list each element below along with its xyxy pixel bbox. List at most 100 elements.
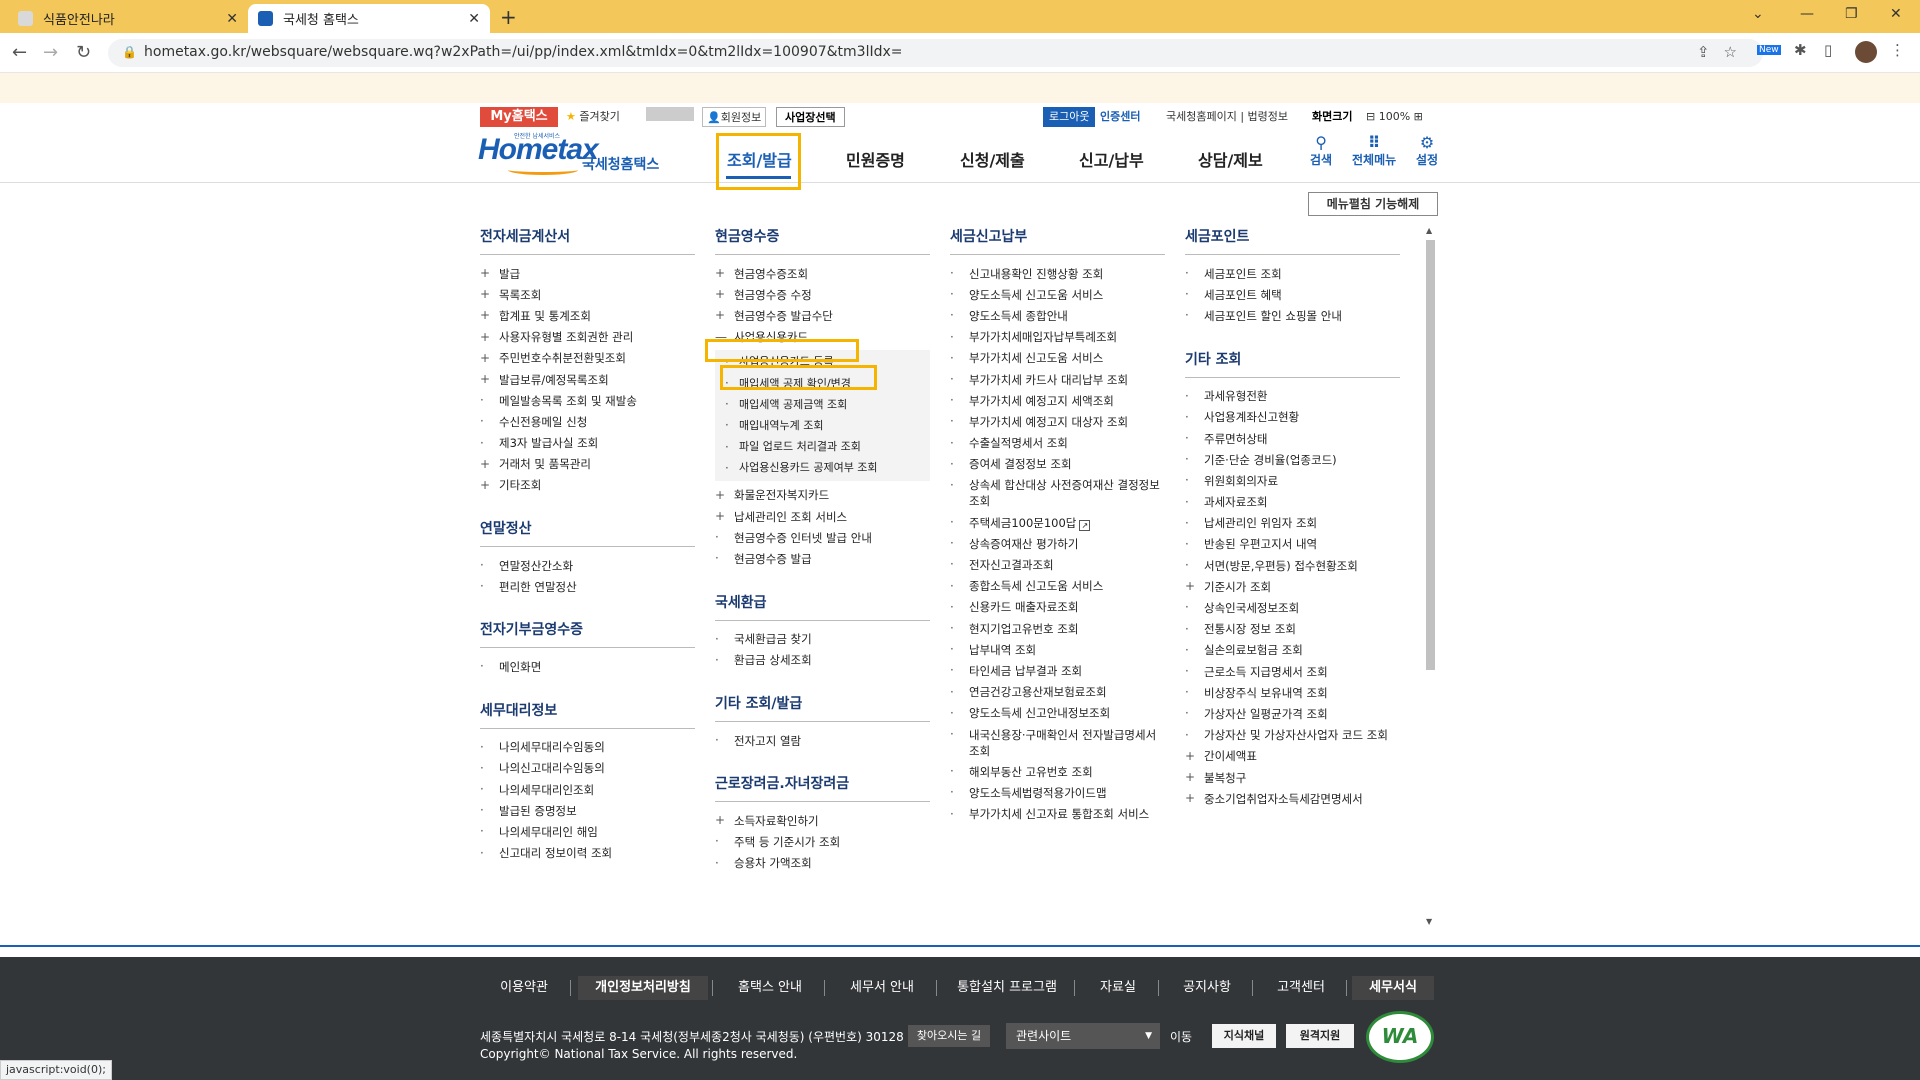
footer-hometax-guide[interactable]: 홈택스 안내 (720, 976, 820, 1000)
menu-item[interactable]: · 승용차 가액조회 (715, 853, 930, 874)
menu-item[interactable]: · 부가가치세 카드사 대리납부 조회 (950, 369, 1165, 390)
all-menu-button[interactable]: ⠿ 전체메뉴 (1352, 135, 1396, 168)
menu-item[interactable]: · 과세자료조회 (1185, 492, 1400, 513)
favorites-button[interactable]: ★ 즐겨찾기 (566, 107, 620, 127)
submenu-item[interactable]: · 매입세액 공제금액 조회 (715, 394, 930, 415)
forward-icon[interactable]: → (43, 42, 58, 63)
new-tab-button[interactable]: + (500, 5, 517, 29)
menu-item[interactable]: · 주류면허상태 (1185, 428, 1400, 449)
browser-tab-2[interactable]: 국세청 홈택스 ✕ (248, 4, 490, 33)
menu-item[interactable]: · 전통시장 정보 조회 (1185, 619, 1400, 640)
minimize-icon[interactable]: — (1800, 6, 1814, 22)
menu-group-title[interactable]: 기타 조회 (1185, 349, 1400, 378)
menu-item[interactable]: · 상속세 합산대상 사전증여재산 결정정보 조회 (950, 475, 1165, 512)
menu-item[interactable]: · 세금포인트 조회 (1185, 263, 1400, 284)
menu-item[interactable]: · 가상자산 및 가상자산사업자 코드 조회 (1185, 725, 1400, 746)
menu-group-title[interactable]: 세무대리정보 (480, 700, 695, 729)
menu-item[interactable]: · 주택세금100문100답 ↗ (950, 512, 1165, 533)
zoom-control[interactable]: ⊟ 100% ⊞ (1366, 107, 1423, 127)
menu-item[interactable]: · 사업용계좌신고현황 (1185, 407, 1400, 428)
knowledge-channel-button[interactable]: 지식채널 (1212, 1024, 1276, 1048)
menu-item[interactable]: · 발급된 증명정보 (480, 800, 695, 821)
menu-item[interactable]: · 납세관리인 위임자 조회 (1185, 513, 1400, 534)
menu-item[interactable]: + 거래처 및 품목관리 (480, 454, 695, 475)
menu-group-title[interactable]: 기타 조회/발급 (715, 693, 930, 722)
menu-item[interactable]: · 납부내역 조회 (950, 639, 1165, 660)
footer-privacy[interactable]: 개인정보처리방침 (578, 976, 708, 1000)
search-button[interactable]: ⚲ 검색 (1310, 135, 1332, 168)
find-way-button[interactable]: 찾아오시는 길 (908, 1025, 990, 1047)
scroll-up-icon[interactable]: ▲ (1426, 226, 1432, 235)
cert-center-link[interactable]: 인증센터 (1100, 107, 1140, 127)
menu-item[interactable]: · 환급금 상세조회 (715, 650, 930, 671)
share-star-icons[interactable]: ⇪☆ (1697, 43, 1751, 61)
footer-customer-center[interactable]: 고객센터 (1260, 976, 1342, 1000)
menu-item[interactable]: · 부가가치세매입자납부특례조회 (950, 327, 1165, 348)
menu-item[interactable]: · 비상장주식 보유내역 조회 (1185, 682, 1400, 703)
submenu-item[interactable]: · 사업용신용카드 공제여부 조회 (715, 458, 930, 479)
scroll-down-icon[interactable]: ▼ (1426, 917, 1432, 926)
menu-group-title[interactable]: 연말정산 (480, 518, 695, 548)
menu-item[interactable]: · 신용카드 매출자료조회 (950, 597, 1165, 618)
menu-item[interactable]: · 현금영수증 인터넷 발급 안내 (715, 527, 930, 548)
menu-item[interactable]: + 발급보류/예정목록조회 (480, 369, 695, 390)
menu-item[interactable]: · 나의세무대리인 해임 (480, 821, 695, 842)
browser-tab-1[interactable]: 식품안전나라 ✕ (8, 4, 248, 33)
menu-item[interactable]: · 타인세금 납부결과 조회 (950, 660, 1165, 681)
go-button[interactable]: 이동 (1170, 1028, 1192, 1045)
extensions-icon[interactable]: ✱ (1794, 41, 1807, 59)
menu-item[interactable]: · 전자신고결과조회 (950, 554, 1165, 575)
menu-item[interactable]: · 나의신고대리수임동의 (480, 758, 695, 779)
menu-item[interactable]: · 부가가치세 신고자료 통합조회 서비스 (950, 804, 1165, 825)
menu-item[interactable]: · 양도소득세 종합안내 (950, 305, 1165, 326)
menu-item[interactable]: · 현금영수증 발급 (715, 548, 930, 569)
menu-group-title[interactable]: 세금신고납부 (950, 226, 1165, 255)
menu-item[interactable]: · 해외부동산 고유번호 조회 (950, 761, 1165, 782)
scroll-thumb[interactable] (1426, 240, 1435, 670)
menu-item[interactable]: · 기준·단순 경비율(업종코드) (1185, 449, 1400, 470)
menu-item[interactable]: · 제3자 발급사실 조회 (480, 433, 695, 454)
menu-item[interactable]: · 수신전용메일 신청 (480, 411, 695, 432)
footer-library[interactable]: 자료실 (1082, 976, 1154, 1000)
sidepanel-icon[interactable]: ▯ (1824, 41, 1832, 59)
menu-item[interactable]: · 부가가치세 신고도움 서비스 (950, 348, 1165, 369)
back-icon[interactable]: ← (12, 42, 27, 63)
gnb-report-pay[interactable]: 신고/납부 (1079, 147, 1144, 171)
menu-item[interactable]: + 합계표 및 통계조회 (480, 305, 695, 326)
menu-group-title[interactable]: 국세환급 (715, 592, 930, 621)
footer-tax-forms[interactable]: 세무서식 (1352, 976, 1434, 1000)
profile-avatar[interactable] (1855, 41, 1877, 63)
maximize-icon[interactable]: ❐ (1845, 6, 1858, 22)
related-sites-select[interactable]: 관련사이트 ▼ (1006, 1023, 1160, 1049)
menu-item[interactable]: + 현금영수증조회 (715, 263, 930, 284)
menu-kebab-icon[interactable]: ⋮ (1890, 41, 1905, 59)
menu-item[interactable]: + 사용자유형별 조회권한 관리 (480, 327, 695, 348)
menu-item[interactable]: · 상속인국세정보조회 (1185, 597, 1400, 618)
menu-item[interactable]: + 목록조회 (480, 284, 695, 305)
menu-item[interactable]: · 현지기업고유번호 조회 (950, 618, 1165, 639)
window-close-icon[interactable]: ✕ (1890, 6, 1902, 22)
menu-expand-off-button[interactable]: 메뉴펼침 기능해제 (1308, 192, 1438, 216)
address-bar[interactable]: 🔒 hometax.go.kr/websquare/websquare.wq?w… (108, 39, 1763, 67)
member-info-button[interactable]: 👤회원정보 (702, 107, 767, 127)
menu-item[interactable]: + 간이세액표 (1185, 746, 1400, 767)
menu-item[interactable]: · 양도소득세법령적용가이드맵 (950, 782, 1165, 803)
menu-item[interactable]: · 근로소득 지급명세서 조회 (1185, 661, 1400, 682)
menu-item[interactable]: + 소득자료확인하기 (715, 810, 930, 831)
menu-item[interactable]: + 현금영수증 수정 (715, 284, 930, 305)
menu-group-title[interactable]: 근로장려금.자녀장려금 (715, 773, 930, 803)
logout-button[interactable]: 로그아웃 (1043, 107, 1096, 127)
menu-item[interactable]: · 수출실적명세서 조회 (950, 433, 1165, 454)
menu-item[interactable]: · 신고내용확인 진행상황 조회 (950, 263, 1165, 284)
business-select-button[interactable]: 사업장선택 (776, 107, 845, 127)
menu-group-title[interactable]: 전자세금계산서 (480, 226, 695, 255)
menu-item[interactable]: · 나의세무대리인조회 (480, 779, 695, 800)
menu-item[interactable]: + 현금영수증 발급수단 (715, 305, 930, 326)
reload-icon[interactable]: ↻ (76, 42, 91, 63)
tab-search-icon[interactable]: ⌄ (1752, 6, 1764, 22)
menu-item[interactable]: + 화물운전자복지카드 (715, 485, 930, 506)
menu-item[interactable]: · 증여세 결정정보 조회 (950, 454, 1165, 475)
menu-item[interactable]: + 납세관리인 조회 서비스 (715, 506, 930, 527)
menu-item[interactable]: · 부가가치세 예정고지 대상자 조회 (950, 411, 1165, 432)
menu-item[interactable]: · 신고대리 정보이력 조회 (480, 843, 695, 864)
